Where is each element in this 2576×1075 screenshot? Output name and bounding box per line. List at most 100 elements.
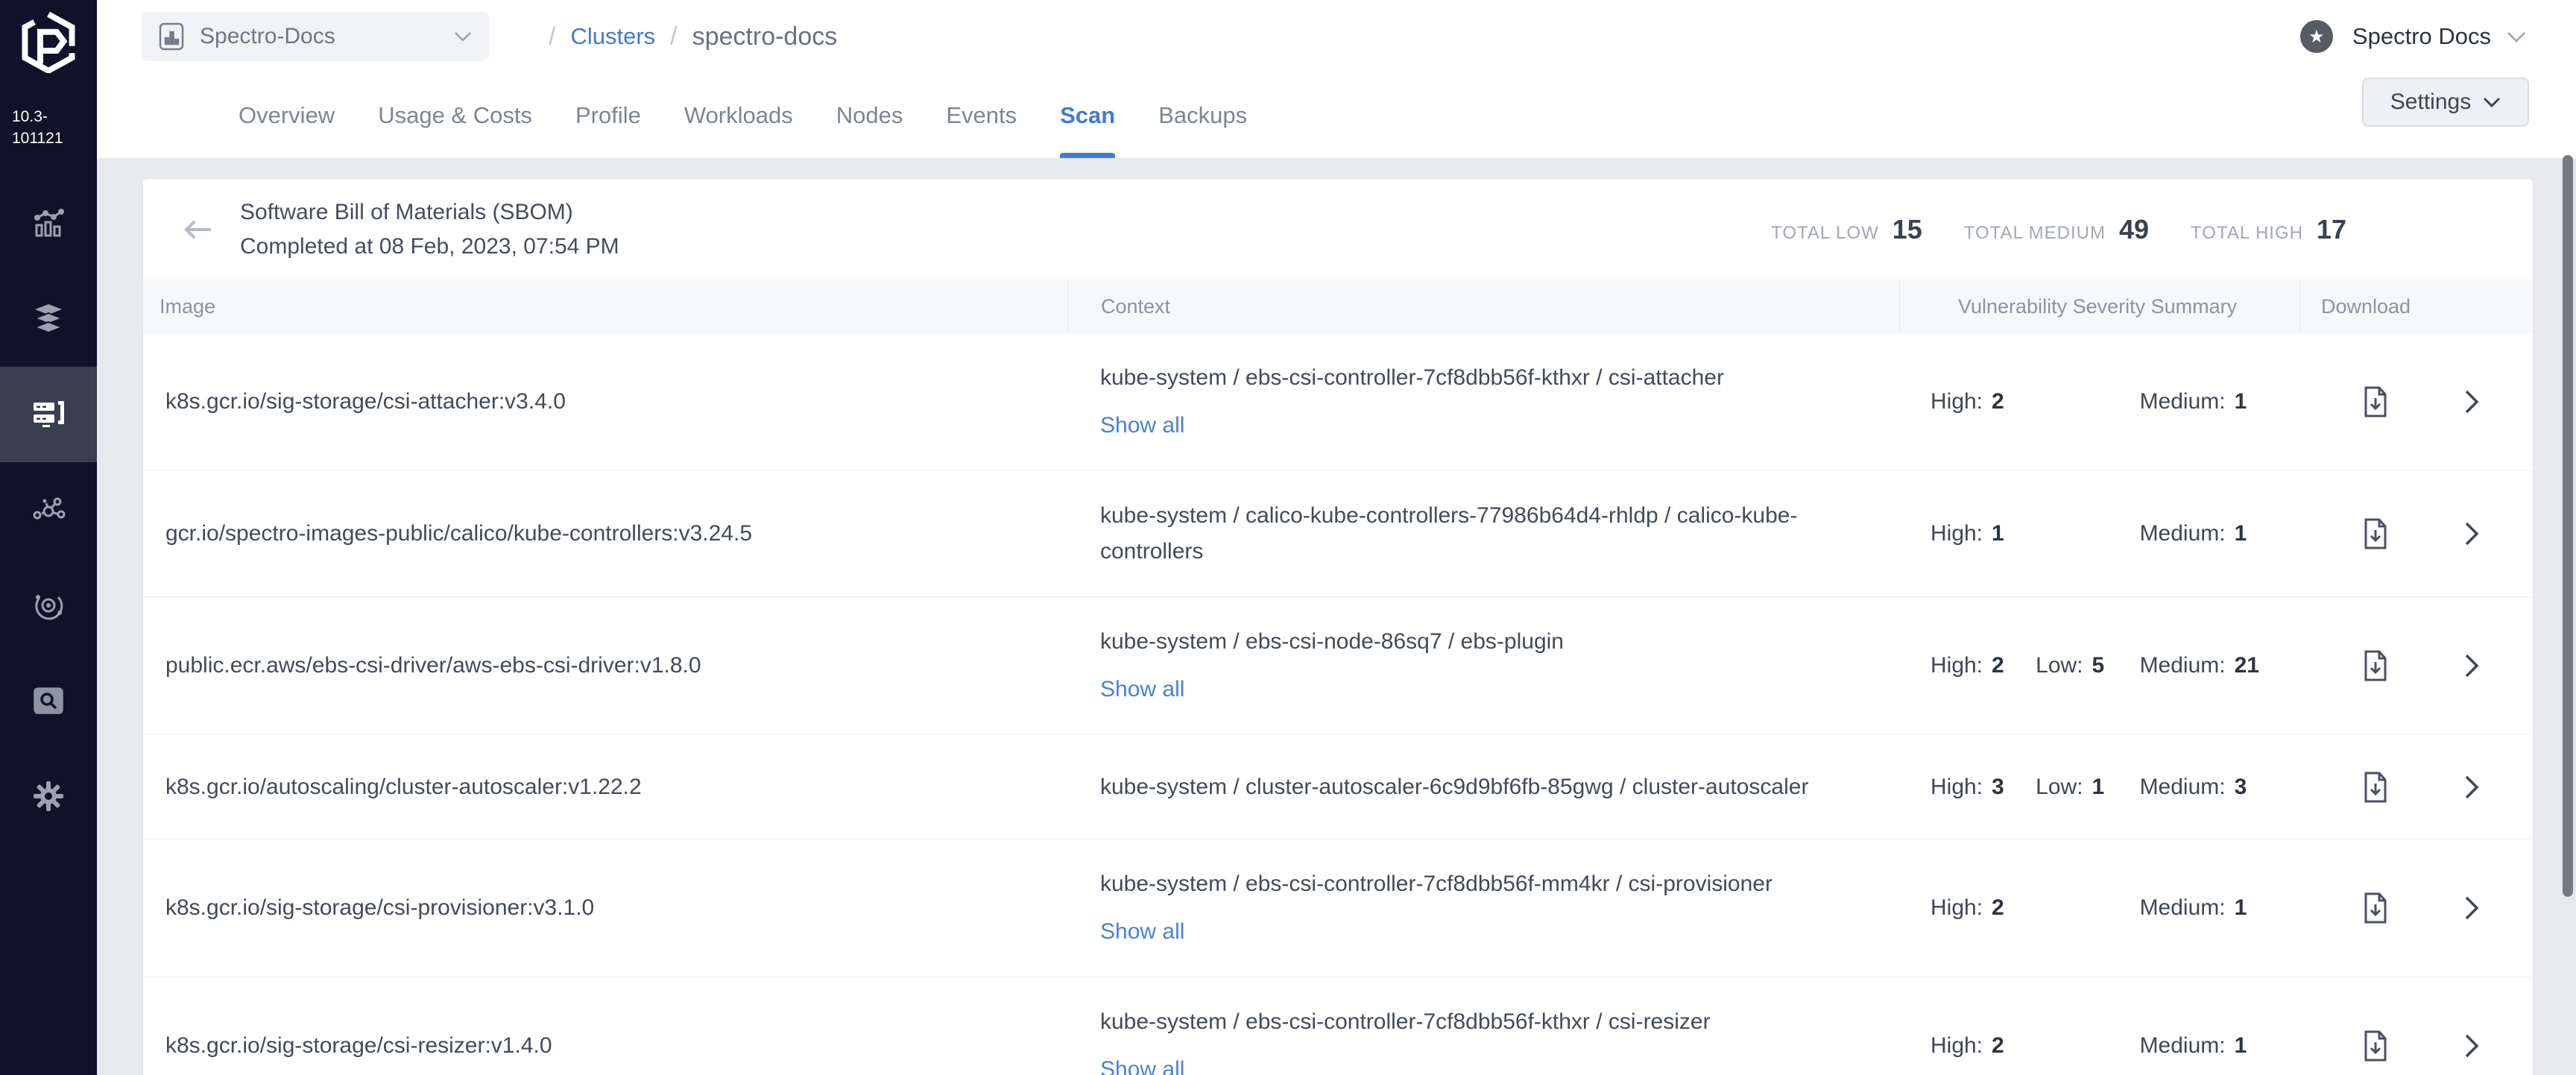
tab-workloads[interactable]: Workloads	[684, 73, 793, 158]
file-download-icon	[2362, 649, 2389, 682]
tab-events[interactable]: Events	[946, 73, 1017, 158]
total-high-value: 17	[2317, 214, 2346, 245]
cluster-tabs: Overview Usage & Costs Profile Workloads…	[239, 73, 1247, 158]
tab-nodes[interactable]: Nodes	[836, 73, 903, 158]
download-cell	[2299, 771, 2533, 804]
row-expand-chevron[interactable]	[2464, 895, 2479, 921]
top-bar: Spectro-Docs / Clusters / spectro-docs ★…	[97, 0, 2576, 158]
chevron-right-icon	[2464, 653, 2479, 678]
tab-scan[interactable]: Scan	[1060, 73, 1115, 158]
project-selector[interactable]: Spectro-Docs	[142, 12, 489, 61]
total-low-value: 15	[1892, 214, 1922, 245]
tab-backups[interactable]: Backups	[1158, 73, 1247, 158]
medium-count: Medium:1	[2140, 1033, 2299, 1059]
file-download-icon	[2362, 1030, 2389, 1062]
tab-overview[interactable]: Overview	[239, 73, 335, 158]
star-glyph: ★	[2308, 26, 2325, 48]
medium-count: Medium:1	[2140, 521, 2299, 546]
show-all-link[interactable]: Show all	[1100, 672, 1184, 707]
row-expand-chevron[interactable]	[2464, 653, 2479, 678]
back-button[interactable]	[176, 218, 221, 242]
table-row[interactable]: gcr.io/spectro-images-public/calico/kube…	[143, 470, 2533, 596]
user-menu[interactable]: ★ Spectro Docs	[2300, 20, 2576, 53]
high-count: High:2	[1931, 895, 2036, 921]
total-medium-label: TOTAL MEDIUM	[1964, 223, 2106, 244]
download-sbom-button[interactable]	[2362, 771, 2389, 804]
download-sbom-button[interactable]	[2362, 517, 2389, 550]
column-header-severity: Vulnerability Severity Summary	[1899, 280, 2299, 333]
table-row[interactable]: k8s.gcr.io/autoscaling/cluster-autoscale…	[143, 734, 2533, 839]
download-sbom-button[interactable]	[2362, 385, 2389, 418]
audit-search-icon	[31, 683, 66, 719]
sbom-title: Software Bill of Materials (SBOM)	[240, 195, 619, 230]
table-row[interactable]: k8s.gcr.io/sig-storage/csi-attacher:v3.4…	[143, 333, 2533, 470]
sidebar-item-orbit[interactable]	[0, 558, 97, 653]
download-sbom-button[interactable]	[2362, 649, 2389, 682]
image-name: k8s.gcr.io/sig-storage/csi-attacher:v3.4…	[143, 385, 1067, 418]
severity-summary: High:2 Medium:1	[1899, 1033, 2299, 1059]
context-text: kube-system / ebs-csi-controller-7cf8dbb…	[1100, 1004, 1866, 1040]
total-medium: TOTAL MEDIUM 49	[1964, 214, 2149, 245]
tab-usage-costs[interactable]: Usage & Costs	[378, 73, 532, 158]
file-download-icon	[2362, 385, 2389, 418]
context-text: kube-system / calico-kube-controllers-77…	[1100, 498, 1866, 570]
column-header-context: Context	[1067, 280, 1899, 333]
row-expand-chevron[interactable]	[2464, 775, 2479, 800]
download-cell	[2299, 517, 2533, 550]
severity-summary: High:2 Medium:1	[1899, 389, 2299, 414]
project-chart-icon	[158, 22, 185, 51]
total-low-label: TOTAL LOW	[1771, 223, 1879, 244]
chevron-right-icon	[2464, 775, 2479, 800]
row-expand-chevron[interactable]	[2464, 1033, 2479, 1059]
download-cell	[2299, 892, 2533, 924]
chevron-right-icon	[2464, 389, 2479, 414]
settings-button[interactable]: Settings	[2362, 78, 2529, 127]
context-cell: kube-system / ebs-csi-node-86sq7 / ebs-p…	[1067, 624, 1899, 707]
total-high-label: TOTAL HIGH	[2191, 223, 2303, 244]
user-menu-label: Spectro Docs	[2352, 23, 2491, 50]
download-sbom-button[interactable]	[2362, 892, 2389, 924]
clusters-server-icon	[29, 397, 68, 432]
sbom-completed-at: Completed at 08 Feb, 2023, 07:54 PM	[240, 230, 619, 264]
show-all-link[interactable]: Show all	[1100, 408, 1184, 444]
sidebar-item-settings[interactable]	[0, 748, 97, 844]
table-row[interactable]: k8s.gcr.io/sig-storage/csi-resizer:v1.4.…	[143, 977, 2533, 1075]
breadcrumb: / Clusters / spectro-docs	[534, 22, 837, 51]
breadcrumb-separator: /	[549, 22, 555, 51]
show-all-link[interactable]: Show all	[1100, 1052, 1184, 1075]
row-expand-chevron[interactable]	[2464, 521, 2479, 546]
sidebar-item-audit[interactable]	[0, 653, 97, 748]
monitoring-icon	[31, 206, 66, 242]
tab-profile[interactable]: Profile	[575, 73, 641, 158]
table-row[interactable]: public.ecr.aws/ebs-csi-driver/aws-ebs-cs…	[143, 596, 2533, 734]
profiles-stack-icon	[30, 301, 67, 337]
sidebar-item-profiles[interactable]	[0, 271, 97, 367]
palette-logo-icon	[20, 12, 77, 73]
column-header-image: Image	[143, 280, 1067, 333]
chevron-down-icon	[2483, 97, 2501, 108]
table-row[interactable]: k8s.gcr.io/sig-storage/csi-provisioner:v…	[143, 839, 2533, 977]
show-all-link[interactable]: Show all	[1100, 914, 1184, 950]
sidebar-item-workspaces[interactable]	[0, 462, 97, 558]
chevron-right-icon	[2464, 895, 2479, 921]
sidebar-item-monitoring[interactable]	[0, 176, 97, 271]
palette-logo[interactable]	[0, 0, 97, 73]
star-icon: ★	[2300, 20, 2333, 53]
low-count: Low:5	[2036, 653, 2139, 678]
medium-count: Medium:3	[2140, 775, 2299, 800]
chevron-down-icon	[453, 31, 473, 42]
row-expand-chevron[interactable]	[2464, 389, 2479, 414]
severity-summary: High:2 Low:5 Medium:21	[1899, 653, 2299, 678]
workspaces-network-icon	[30, 492, 67, 528]
medium-count: Medium:1	[2140, 389, 2299, 414]
sidebar-item-clusters[interactable]	[0, 367, 97, 462]
version-label: 10.3- 101121	[0, 73, 97, 149]
breadcrumb-clusters-link[interactable]: Clusters	[570, 23, 655, 50]
context-cell: kube-system / calico-kube-controllers-77…	[1067, 498, 1899, 570]
download-cell	[2299, 385, 2533, 418]
vertical-scrollbar-thumb[interactable]	[2563, 155, 2573, 897]
image-name: k8s.gcr.io/autoscaling/cluster-autoscale…	[143, 771, 1067, 804]
total-high: TOTAL HIGH 17	[2191, 214, 2346, 245]
context-text: kube-system / cluster-autoscaler-6c9d9bf…	[1100, 769, 1866, 805]
download-sbom-button[interactable]	[2362, 1030, 2389, 1062]
